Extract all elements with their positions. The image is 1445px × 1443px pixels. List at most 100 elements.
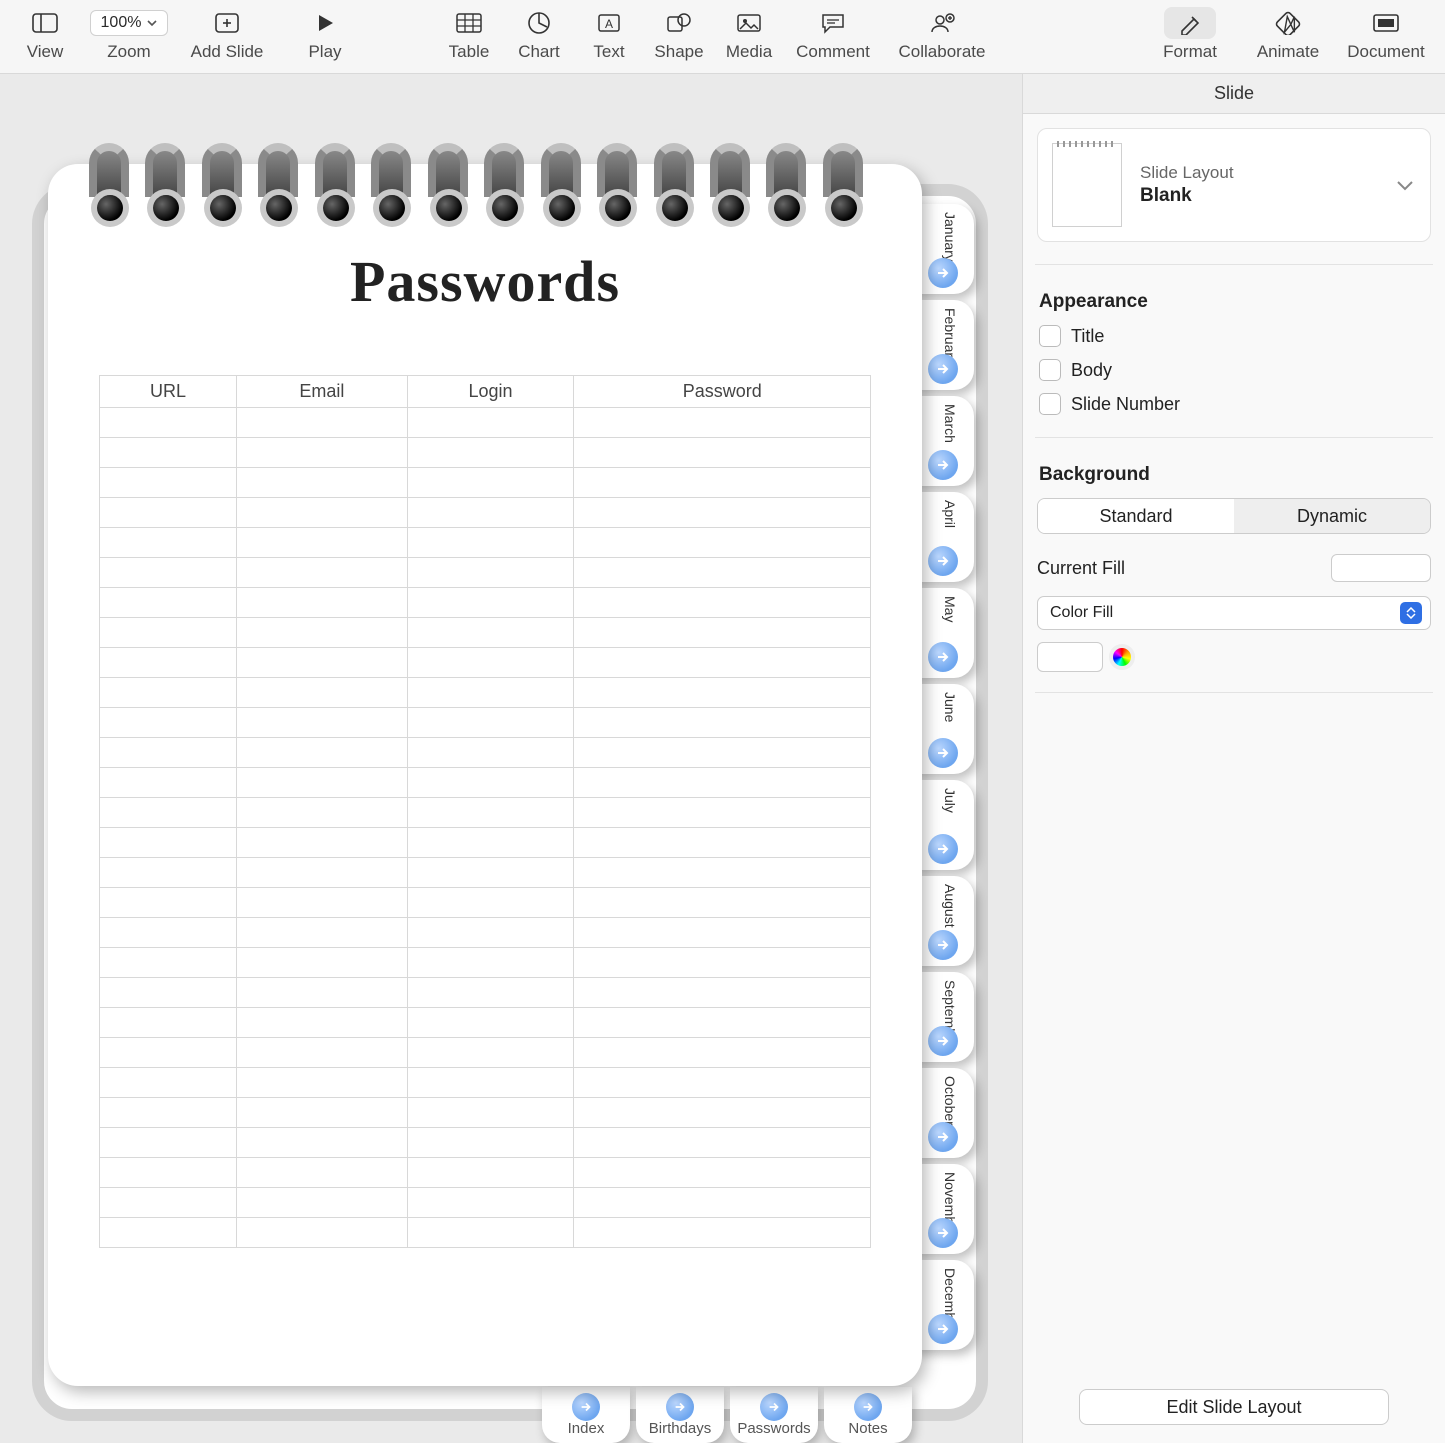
appearance-check-title[interactable]: Title — [1039, 325, 1431, 347]
bottom-tab-birthdays[interactable]: Birthdays — [636, 1387, 724, 1443]
table-cell[interactable] — [574, 1128, 871, 1158]
table-cell[interactable] — [574, 768, 871, 798]
table-cell[interactable] — [237, 1128, 407, 1158]
table-cell[interactable] — [100, 468, 237, 498]
table-group[interactable]: Table — [434, 6, 504, 62]
table-row[interactable] — [100, 468, 871, 498]
table-cell[interactable] — [407, 678, 574, 708]
table-cell[interactable] — [574, 1098, 871, 1128]
table-cell[interactable] — [407, 918, 574, 948]
play-group[interactable]: Play — [276, 6, 374, 62]
table-cell[interactable] — [237, 1218, 407, 1248]
table-row[interactable] — [100, 888, 871, 918]
comment-group[interactable]: Comment — [784, 6, 882, 62]
table-cell[interactable] — [237, 558, 407, 588]
table-cell[interactable] — [237, 768, 407, 798]
table-cell[interactable] — [407, 408, 574, 438]
table-cell[interactable] — [100, 708, 237, 738]
checkbox-icon[interactable] — [1039, 393, 1061, 415]
table-cell[interactable] — [407, 438, 574, 468]
zoom-dropdown[interactable]: 100% — [90, 6, 169, 40]
table-cell[interactable] — [100, 528, 237, 558]
table-row[interactable] — [100, 1038, 871, 1068]
table-cell[interactable] — [407, 1218, 574, 1248]
table-cell[interactable] — [407, 558, 574, 588]
table-cell[interactable] — [237, 588, 407, 618]
passwords-table[interactable]: URLEmailLoginPassword — [99, 375, 871, 1248]
bottom-tab-passwords[interactable]: Passwords — [730, 1387, 818, 1443]
table-row[interactable] — [100, 948, 871, 978]
table-cell[interactable] — [574, 1038, 871, 1068]
table-cell[interactable] — [574, 1068, 871, 1098]
table-cell[interactable] — [574, 918, 871, 948]
table-cell[interactable] — [407, 648, 574, 678]
seg-dynamic[interactable]: Dynamic — [1234, 499, 1430, 533]
current-fill-swatch[interactable] — [1331, 554, 1431, 582]
table-cell[interactable] — [574, 648, 871, 678]
table-cell[interactable] — [100, 978, 237, 1008]
table-cell[interactable] — [237, 618, 407, 648]
table-row[interactable] — [100, 1098, 871, 1128]
table-cell[interactable] — [100, 948, 237, 978]
table-cell[interactable] — [407, 588, 574, 618]
table-cell[interactable] — [237, 468, 407, 498]
bottom-tab-index[interactable]: Index — [542, 1387, 630, 1443]
table-row[interactable] — [100, 1188, 871, 1218]
zoom-group[interactable]: 100% Zoom — [80, 6, 178, 62]
table-cell[interactable] — [407, 948, 574, 978]
table-cell[interactable] — [574, 1218, 871, 1248]
table-cell[interactable] — [237, 1068, 407, 1098]
collaborate-group[interactable]: Collaborate — [882, 6, 1002, 62]
table-row[interactable] — [100, 828, 871, 858]
table-cell[interactable] — [100, 1218, 237, 1248]
table-cell[interactable] — [574, 1008, 871, 1038]
view-group[interactable]: View — [10, 6, 80, 62]
table-cell[interactable] — [237, 1038, 407, 1068]
table-cell[interactable] — [574, 558, 871, 588]
media-group[interactable]: Media — [714, 6, 784, 62]
table-row[interactable] — [100, 858, 871, 888]
table-row[interactable] — [100, 708, 871, 738]
table-cell[interactable] — [100, 798, 237, 828]
table-row[interactable] — [100, 408, 871, 438]
table-cell[interactable] — [407, 1008, 574, 1038]
table-cell[interactable] — [100, 1128, 237, 1158]
table-cell[interactable] — [407, 858, 574, 888]
table-cell[interactable] — [237, 408, 407, 438]
slide-layout-card[interactable]: Slide Layout Blank — [1037, 128, 1431, 242]
table-cell[interactable] — [237, 888, 407, 918]
table-cell[interactable] — [100, 738, 237, 768]
table-row[interactable] — [100, 1128, 871, 1158]
table-cell[interactable] — [574, 738, 871, 768]
fill-type-select[interactable]: Color Fill — [1037, 596, 1431, 630]
table-row[interactable] — [100, 738, 871, 768]
table-cell[interactable] — [407, 1038, 574, 1068]
table-row[interactable] — [100, 648, 871, 678]
table-row[interactable] — [100, 438, 871, 468]
table-cell[interactable] — [100, 1158, 237, 1188]
table-cell[interactable] — [237, 798, 407, 828]
table-cell[interactable] — [100, 438, 237, 468]
table-cell[interactable] — [407, 768, 574, 798]
table-cell[interactable] — [574, 858, 871, 888]
table-cell[interactable] — [100, 618, 237, 648]
appearance-check-slide-number[interactable]: Slide Number — [1039, 393, 1431, 415]
seg-standard[interactable]: Standard — [1038, 499, 1234, 533]
table-cell[interactable] — [237, 678, 407, 708]
table-cell[interactable] — [574, 798, 871, 828]
table-cell[interactable] — [574, 468, 871, 498]
table-cell[interactable] — [574, 678, 871, 708]
table-row[interactable] — [100, 1008, 871, 1038]
table-row[interactable] — [100, 918, 871, 948]
table-cell[interactable] — [237, 1008, 407, 1038]
table-cell[interactable] — [407, 1068, 574, 1098]
format-group[interactable]: Format — [1141, 6, 1239, 62]
table-cell[interactable] — [100, 828, 237, 858]
table-cell[interactable] — [407, 618, 574, 648]
table-cell[interactable] — [100, 1008, 237, 1038]
table-row[interactable] — [100, 978, 871, 1008]
table-cell[interactable] — [237, 738, 407, 768]
table-cell[interactable] — [574, 948, 871, 978]
table-cell[interactable] — [574, 588, 871, 618]
checkbox-icon[interactable] — [1039, 359, 1061, 381]
